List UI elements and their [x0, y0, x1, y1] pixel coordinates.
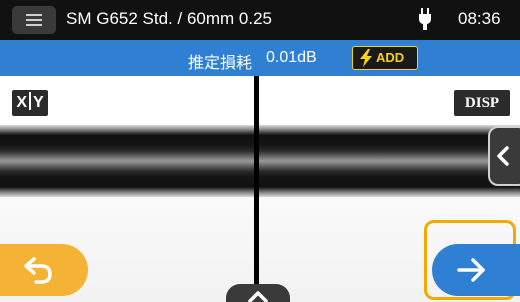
xy-toggle-button[interactable]: XY — [12, 90, 48, 116]
add-button[interactable]: ADD — [352, 46, 418, 70]
status-bar: SM G652 Std. / 60mm 0.25 08:36 — [0, 0, 520, 40]
estimated-loss-label: 推定損耗 — [188, 55, 253, 72]
back-button[interactable] — [0, 244, 88, 296]
y-label: Y — [33, 94, 44, 111]
lightning-bolt-icon — [360, 49, 372, 67]
fiber-image — [0, 125, 520, 197]
estimated-loss-value: 0.01dB — [266, 49, 317, 66]
disp-button[interactable]: DISP — [454, 90, 510, 116]
add-label: ADD — [376, 50, 405, 65]
side-panel-tab[interactable] — [488, 126, 520, 186]
arrow-right-icon — [457, 258, 485, 282]
chevron-left-icon — [497, 146, 509, 166]
fusion-splicer-screen: SM G652 Std. / 60mm 0.25 08:36 推定損耗 0.01… — [0, 0, 520, 302]
splice-mode-title: SM G652 Std. / 60mm 0.25 — [66, 9, 272, 28]
menu-button[interactable] — [12, 6, 56, 34]
center-line — [254, 76, 259, 302]
fiber-image-view: XY DISP — [0, 76, 520, 302]
xy-separator — [29, 92, 31, 111]
chevron-up-icon — [248, 291, 268, 302]
plug-icon — [419, 8, 431, 30]
x-label: X — [16, 94, 27, 111]
next-button[interactable] — [432, 244, 520, 296]
disp-label: DISP — [464, 95, 500, 111]
estimated-loss-bar: 推定損耗 0.01dB ADD — [0, 40, 520, 76]
return-arrow-icon — [24, 257, 52, 284]
clock: 08:36 — [458, 9, 501, 28]
bottom-panel-tab[interactable] — [226, 284, 290, 302]
